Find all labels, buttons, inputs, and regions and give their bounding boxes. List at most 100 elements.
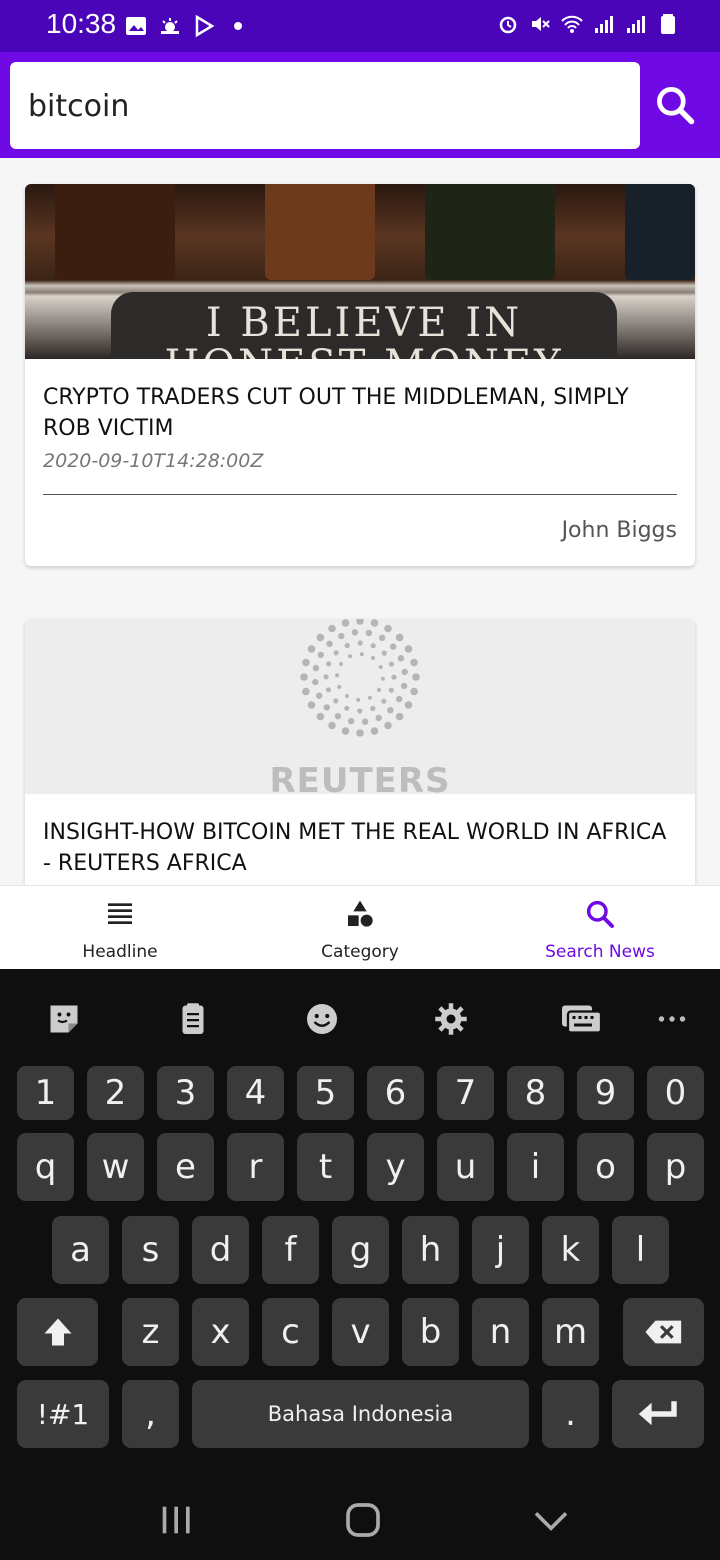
key-j[interactable]: j — [472, 1216, 529, 1284]
search-button[interactable] — [648, 70, 702, 140]
article-image: I BELIEVE IN HONEST MONEY — [25, 184, 695, 359]
sticker-icon — [50, 1005, 78, 1033]
key-b[interactable]: b — [402, 1298, 459, 1366]
key-t[interactable]: t — [297, 1133, 354, 1201]
article-author: John Biggs — [561, 518, 677, 543]
key-5[interactable]: 5 — [297, 1066, 354, 1120]
news-list[interactable]: I BELIEVE IN HONEST MONEY CRYPTO TRADERS… — [0, 158, 720, 885]
key-4[interactable]: 4 — [227, 1066, 284, 1120]
wifi-icon — [561, 15, 583, 33]
key-x[interactable]: x — [192, 1298, 249, 1366]
sign: I BELIEVE IN HONEST MONEY — [111, 292, 617, 359]
key-m[interactable]: m — [542, 1298, 599, 1366]
comma-key[interactable]: , — [122, 1380, 179, 1448]
tab-category[interactable]: Category — [240, 886, 480, 970]
sticker-button[interactable] — [44, 999, 84, 1039]
period-key[interactable]: . — [542, 1380, 599, 1448]
key-7[interactable]: 7 — [437, 1066, 494, 1120]
article-title: INSIGHT-HOW BITCOIN MET THE REAL WORLD I… — [43, 820, 667, 876]
search-header — [0, 52, 720, 158]
key-8[interactable]: 8 — [507, 1066, 564, 1120]
status-time: 10:38 — [46, 8, 117, 39]
article-card[interactable]: I BELIEVE IN HONEST MONEY CRYPTO TRADERS… — [25, 184, 695, 566]
status-bar: 10:38 — [0, 0, 720, 52]
sign-text-line1: I BELIEVE IN — [205, 300, 523, 346]
keyboard-icon — [562, 1005, 600, 1034]
search-box[interactable] — [10, 62, 640, 149]
play-store-icon — [195, 14, 215, 38]
article-card[interactable]: REUTERS INSIGHT-HOW BITCOIN MET THE REAL… — [25, 619, 695, 885]
search-input[interactable] — [28, 84, 618, 128]
key-a[interactable]: a — [52, 1216, 109, 1284]
status-right-icons — [496, 12, 680, 36]
key-u[interactable]: u — [437, 1133, 494, 1201]
key-1[interactable]: 1 — [17, 1066, 74, 1120]
key-e[interactable]: e — [157, 1133, 214, 1201]
key-q[interactable]: q — [17, 1133, 74, 1201]
keyboard: 1234567890 qwertyuiop asdfghjkl zxcvbnm !#1… — [0, 969, 720, 1560]
signal-icon — [595, 16, 613, 33]
key-f[interactable]: f — [262, 1216, 319, 1284]
dot-icon — [234, 22, 242, 30]
battery-icon — [661, 14, 675, 34]
key-k[interactable]: k — [542, 1216, 599, 1284]
key-v[interactable]: v — [332, 1298, 389, 1366]
article-image: REUTERS — [25, 619, 695, 794]
system-nav-bar — [0, 1480, 720, 1560]
enter-key[interactable] — [612, 1380, 704, 1448]
alarm-icon — [499, 16, 517, 34]
tab-label: Category — [321, 942, 399, 962]
back-chevron-icon[interactable] — [531, 1500, 571, 1540]
key-0[interactable]: 0 — [647, 1066, 704, 1120]
key-w[interactable]: w — [87, 1133, 144, 1201]
key-6[interactable]: 6 — [367, 1066, 424, 1120]
more-button[interactable] — [652, 999, 692, 1039]
key-s[interactable]: s — [122, 1216, 179, 1284]
home-icon[interactable] — [343, 1500, 383, 1540]
key-c[interactable]: c — [262, 1298, 319, 1366]
settings-button[interactable] — [431, 999, 471, 1039]
divider — [43, 494, 677, 495]
key-l[interactable]: l — [612, 1216, 669, 1284]
image-icon — [126, 17, 146, 35]
enter-icon — [638, 1401, 677, 1426]
keyboard-toolbar — [0, 969, 720, 1061]
emoji-button[interactable] — [302, 999, 342, 1039]
key-h[interactable]: h — [402, 1216, 459, 1284]
signal-icon — [627, 16, 645, 33]
key-d[interactable]: d — [192, 1216, 249, 1284]
reuters-logo-text: REUTERS — [269, 761, 451, 794]
tab-headline[interactable]: Headline — [0, 886, 240, 970]
search-icon — [657, 87, 695, 125]
shift-key[interactable] — [17, 1298, 98, 1366]
keyboard-switch-button[interactable] — [560, 999, 600, 1039]
weather-icon — [161, 18, 179, 34]
tab-search-news[interactable]: Search News — [480, 886, 720, 970]
clipboard-button[interactable] — [173, 999, 213, 1039]
recent-apps-icon[interactable] — [156, 1500, 196, 1540]
key-o[interactable]: o — [577, 1133, 634, 1201]
backspace-key[interactable] — [623, 1298, 704, 1366]
shift-icon — [44, 1318, 71, 1346]
key-n[interactable]: n — [472, 1298, 529, 1366]
emoji-icon — [307, 1004, 337, 1034]
mute-icon — [532, 17, 550, 31]
symbols-key[interactable]: !#1 — [17, 1380, 109, 1448]
space-key[interactable]: Bahasa Indonesia — [192, 1380, 529, 1448]
key-3[interactable]: 3 — [157, 1066, 214, 1120]
reuters-logo-icon — [300, 619, 420, 737]
clipboard-icon — [182, 1003, 204, 1034]
search-icon — [586, 900, 614, 928]
key-i[interactable]: i — [507, 1133, 564, 1201]
article-date: 2020-09-10T14:28:00Z — [43, 450, 264, 472]
key-y[interactable]: y — [367, 1133, 424, 1201]
key-9[interactable]: 9 — [577, 1066, 634, 1120]
key-r[interactable]: r — [227, 1133, 284, 1201]
key-p[interactable]: p — [647, 1133, 704, 1201]
key-z[interactable]: z — [122, 1298, 179, 1366]
settings-icon — [435, 1003, 467, 1035]
key-g[interactable]: g — [332, 1216, 389, 1284]
key-2[interactable]: 2 — [87, 1066, 144, 1120]
sign-text-line2: HONEST MONEY — [111, 342, 617, 359]
tab-label: Headline — [82, 942, 158, 962]
